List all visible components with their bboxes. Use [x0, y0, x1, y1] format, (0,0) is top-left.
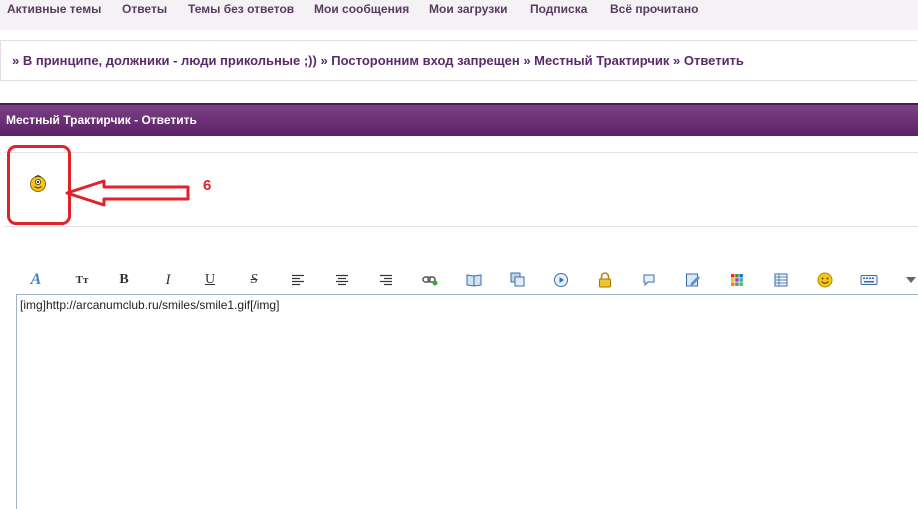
lock-icon[interactable]: [595, 270, 615, 290]
top-navigation: Активные темы Ответы Темы без ответов Мо…: [0, 0, 918, 30]
nav-link-active-topics[interactable]: Активные темы: [7, 2, 101, 16]
speech-bubble-icon[interactable]: [639, 270, 659, 290]
align-right-icon[interactable]: [376, 270, 396, 290]
breadcrumb-item[interactable]: » Местный Трактирчик: [523, 53, 669, 68]
annotation-label: 6: [203, 177, 212, 194]
breadcrumb-item[interactable]: » Посторонним вход запрещен: [320, 53, 519, 68]
copy-icon[interactable]: [508, 270, 528, 290]
breadcrumb: » В принципе, должники - люди прикольные…: [12, 53, 744, 68]
message-textarea[interactable]: [img]http://arcanumclub.ru/smiles/smile1…: [16, 294, 918, 509]
dropdown-arrow-icon[interactable]: [901, 270, 918, 290]
bold-icon[interactable]: B: [114, 270, 134, 290]
panel-title: Местный Трактирчик - Ответить: [6, 113, 197, 127]
bold-glyph: B: [119, 272, 129, 287]
align-center-icon[interactable]: [332, 270, 352, 290]
underline-glyph: U: [204, 272, 216, 287]
nav-link-replies[interactable]: Ответы: [122, 2, 167, 16]
editor-toolbar: A Tт B I U S: [20, 270, 918, 292]
underline-icon[interactable]: U: [200, 270, 220, 290]
italic-icon[interactable]: I: [158, 270, 178, 290]
breadcrumb-item-current[interactable]: » Ответить: [673, 53, 744, 68]
breadcrumb-bar: » В принципе, должники - люди прикольные…: [0, 40, 917, 81]
nav-link-subscription[interactable]: Подписка: [530, 2, 587, 16]
nav-link-mark-read[interactable]: Всё прочитано: [610, 2, 698, 16]
keyboard-icon[interactable]: [859, 270, 879, 290]
italic-glyph: I: [165, 271, 171, 288]
nav-link-my-posts[interactable]: Мои сообщения: [314, 2, 409, 16]
font-color-icon[interactable]: A: [26, 270, 46, 290]
highlight-box: [7, 145, 71, 225]
nav-link-my-uploads[interactable]: Мои загрузки: [429, 2, 508, 16]
panel-header: Местный Трактирчик - Ответить: [0, 103, 918, 136]
book-icon[interactable]: [464, 270, 484, 290]
color-grid-icon[interactable]: [727, 270, 747, 290]
play-icon[interactable]: [551, 270, 571, 290]
strikethrough-glyph: S: [250, 272, 258, 287]
breadcrumb-item[interactable]: » В принципе, должники - люди прикольные…: [12, 53, 317, 68]
font-size-icon[interactable]: Tт: [72, 270, 92, 290]
align-left-icon[interactable]: [288, 270, 308, 290]
nav-link-unanswered[interactable]: Темы без ответов: [188, 2, 294, 16]
message-text: [img]http://arcanumclub.ru/smiles/smile1…: [20, 298, 280, 312]
font-size-glyph: Tт: [75, 274, 89, 286]
table-icon[interactable]: [771, 270, 791, 290]
smiley-icon[interactable]: [815, 270, 835, 290]
strikethrough-icon[interactable]: S: [244, 270, 264, 290]
edit-icon[interactable]: [683, 270, 703, 290]
link-icon[interactable]: [420, 270, 440, 290]
annotation-arrow-icon: [65, 179, 190, 207]
